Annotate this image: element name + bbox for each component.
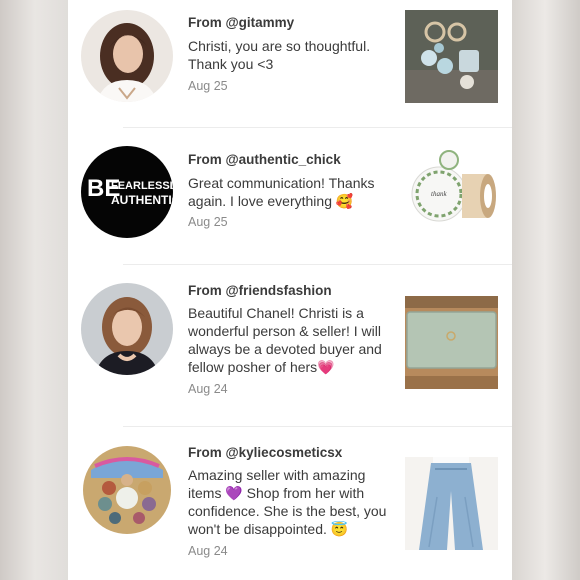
review-message: Great communication! Thanks again. I lov… <box>188 175 375 209</box>
review-author[interactable]: From @friendsfashion <box>188 283 332 298</box>
review-item[interactable]: From @kyliecosmeticsx Amazing seller wit… <box>68 427 512 580</box>
user-avatar[interactable] <box>81 283 173 375</box>
review-date: Aug 25 <box>188 215 228 229</box>
review-item[interactable]: From @gitammy Christi, you are so though… <box>68 0 512 126</box>
wallet-photo-icon <box>405 296 498 389</box>
listing-thumbnail[interactable]: thank <box>405 146 498 239</box>
listing-thumbnail[interactable] <box>405 296 498 389</box>
woman-portrait-icon <box>81 10 173 102</box>
svg-text:thank: thank <box>431 190 447 198</box>
review-message: Amazing seller with amazing items 💜 Shop… <box>188 467 387 537</box>
review-item[interactable]: From @friendsfashion Beautiful Chanel! C… <box>68 265 512 425</box>
sticker-roll-photo-icon: thank <box>405 146 498 239</box>
review-author[interactable]: From @gitammy <box>188 15 294 30</box>
eyeshadow-palette-icon <box>81 444 173 536</box>
review-message: Beautiful Chanel! Christi is a wonderful… <box>188 305 382 375</box>
love-notes-feed: From @gitammy Christi, you are so though… <box>68 0 512 580</box>
user-avatar[interactable] <box>81 10 173 102</box>
logo-avatar-icon: BE FEARLESSLY AUTHENTIC <box>81 146 173 238</box>
review-message: Christi, you are so thoughtful. Thank yo… <box>188 38 371 72</box>
review-item[interactable]: BE FEARLESSLY AUTHENTIC From @authentic_… <box>68 128 512 264</box>
listing-thumbnail[interactable] <box>405 10 498 103</box>
pants-photo-icon <box>405 457 498 550</box>
svg-text:FEARLESSLY: FEARLESSLY <box>111 180 173 192</box>
review-author[interactable]: From @authentic_chick <box>188 152 341 167</box>
svg-text:AUTHENTIC: AUTHENTIC <box>111 193 173 207</box>
listing-thumbnail[interactable] <box>405 457 498 550</box>
user-avatar[interactable] <box>81 444 173 536</box>
review-author[interactable]: From @kyliecosmeticsx <box>188 445 342 460</box>
review-date: Aug 24 <box>188 382 228 396</box>
woman-portrait-icon <box>81 283 173 375</box>
review-date: Aug 24 <box>188 544 228 558</box>
review-date: Aug 25 <box>188 79 228 93</box>
keychain-photo-icon <box>405 10 498 103</box>
user-avatar[interactable]: BE FEARLESSLY AUTHENTIC <box>81 146 173 238</box>
